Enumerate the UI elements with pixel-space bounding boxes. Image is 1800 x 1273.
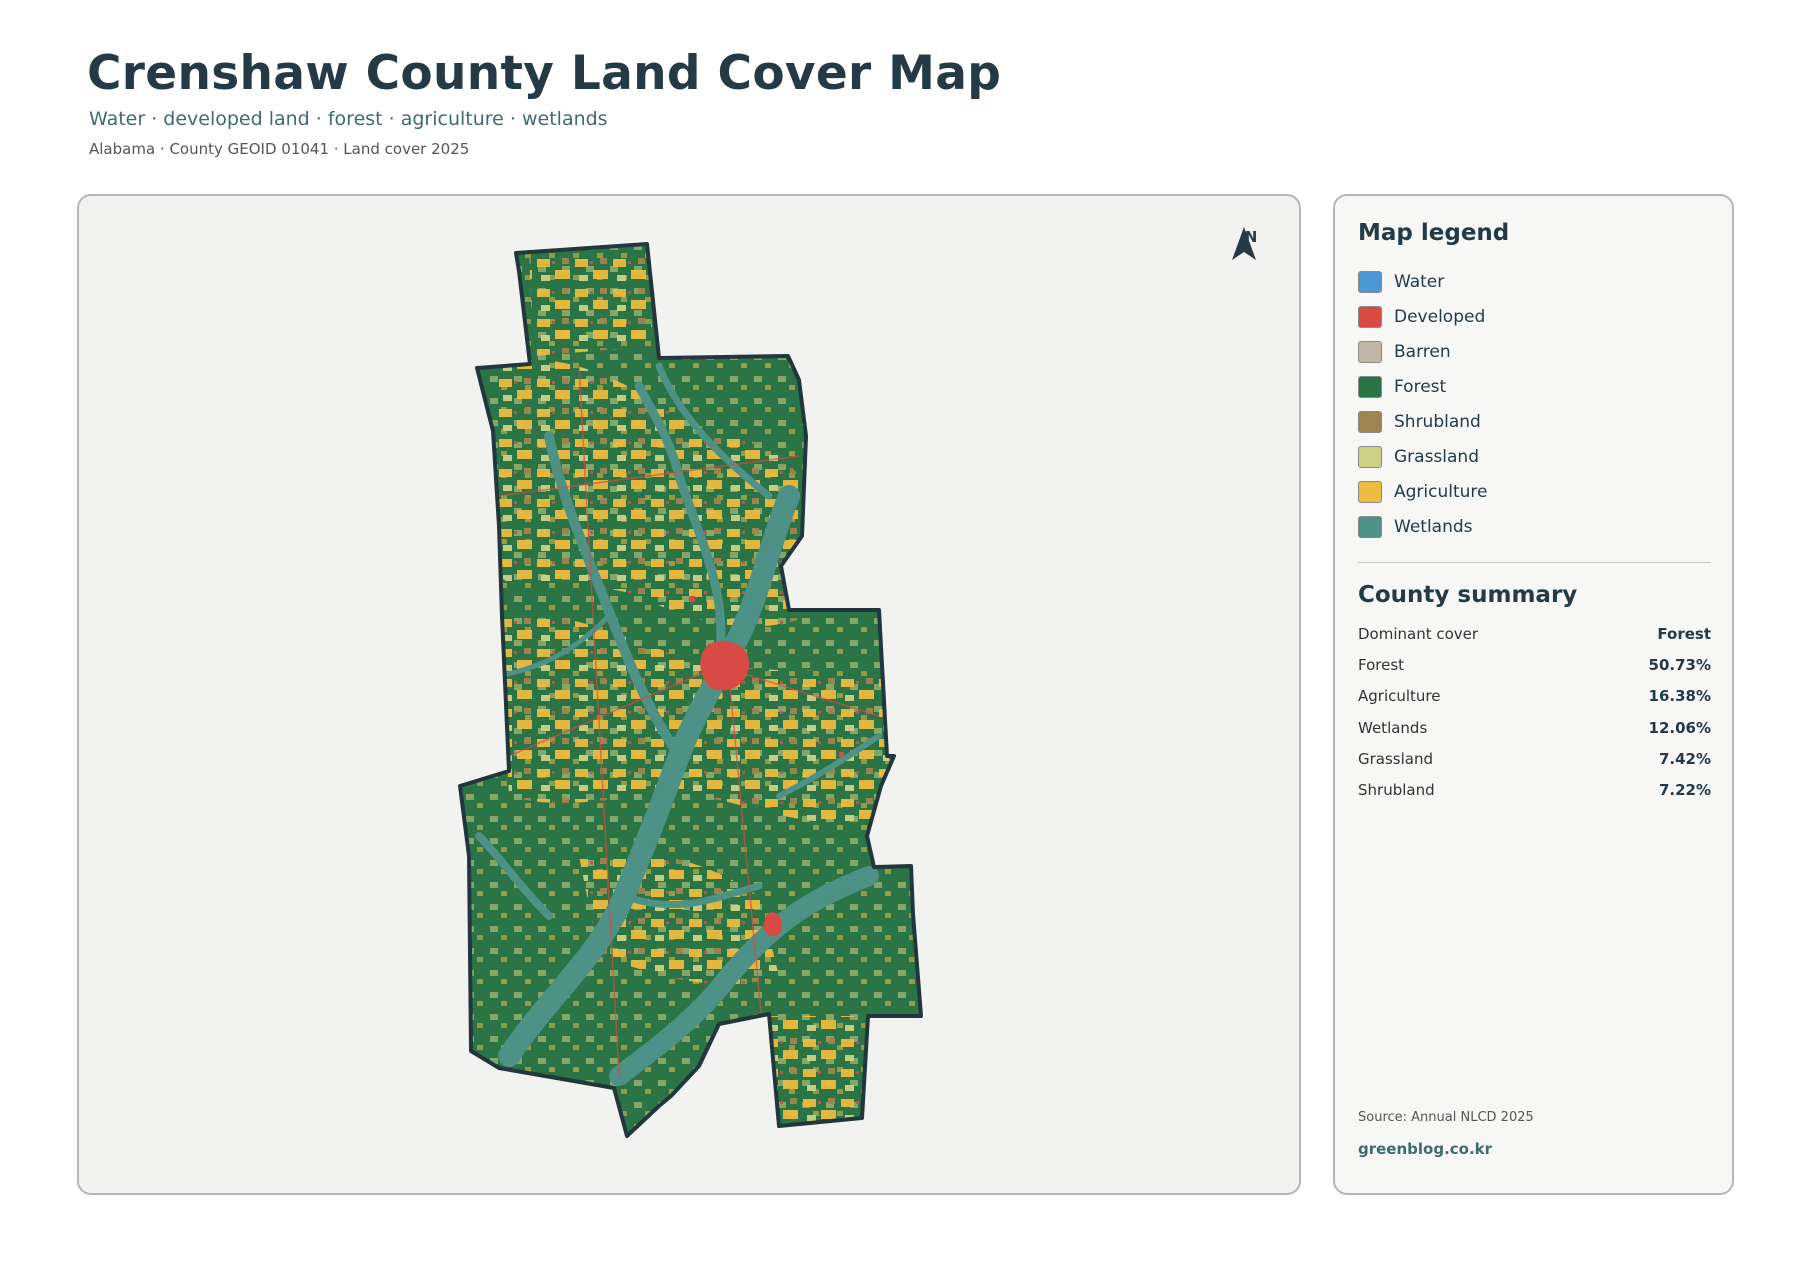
- north-arrow-icon: [1232, 227, 1256, 260]
- summary-row: Forest 50.73%: [1358, 649, 1711, 680]
- summary-value: Forest: [1657, 624, 1711, 643]
- legend-item: Developed: [1358, 299, 1488, 334]
- legend-label: Water: [1394, 271, 1445, 292]
- legend-swatch: [1358, 375, 1382, 398]
- land-cover-raster: [460, 244, 921, 1136]
- county-map[interactable]: [79, 196, 1301, 1195]
- summary-value: 7.42%: [1658, 749, 1711, 768]
- legend-label: Grassland: [1394, 446, 1479, 467]
- summary-row: Shrubland 7.22%: [1358, 774, 1711, 805]
- summary-label: Shrubland: [1358, 781, 1435, 800]
- page-meta: Alabama · County GEOID 01041 · Land cove…: [89, 140, 470, 158]
- page-subtitle: Water · developed land · forest · agricu…: [89, 108, 608, 130]
- legend-label: Developed: [1394, 306, 1486, 327]
- summary-label: Grassland: [1358, 749, 1433, 768]
- divider: [1358, 562, 1711, 563]
- legend-swatch: [1358, 445, 1382, 468]
- legend-item: Wetlands: [1358, 509, 1488, 544]
- legend-label: Wetlands: [1394, 516, 1473, 537]
- summary-row: Dominant cover Forest: [1358, 618, 1711, 649]
- summary-row: Wetlands 12.06%: [1358, 712, 1711, 743]
- legend-item: Water: [1358, 264, 1488, 299]
- summary-value: 16.38%: [1648, 687, 1711, 706]
- summary-label: Dominant cover: [1358, 624, 1479, 643]
- summary-row: Agriculture 16.38%: [1358, 681, 1711, 712]
- legend-label: Agriculture: [1394, 481, 1488, 502]
- legend-item: Barren: [1358, 334, 1488, 369]
- legend-swatch: [1358, 340, 1382, 363]
- summary-label: Forest: [1358, 655, 1405, 674]
- map-panel[interactable]: N: [77, 194, 1301, 1195]
- legend-list: Water Developed Barren Forest Shrubland Grass…: [1358, 264, 1488, 544]
- legend-swatch: [1358, 515, 1382, 538]
- page-title: Crenshaw County Land Cover Map: [87, 46, 1002, 101]
- legend-swatch: [1358, 305, 1382, 328]
- summary-label: Agriculture: [1358, 687, 1441, 706]
- legend-item: Agriculture: [1358, 474, 1488, 509]
- legend-swatch: [1358, 480, 1382, 503]
- legend-swatch: [1358, 410, 1382, 433]
- summary-value: 50.73%: [1648, 655, 1711, 674]
- summary-table: Dominant cover Forest Forest 50.73% Agricult…: [1358, 618, 1711, 806]
- summary-value: 7.22%: [1658, 781, 1711, 800]
- side-panel: Map legend Water Developed Barren Forest Shr…: [1333, 194, 1734, 1195]
- north-arrow: N: [1231, 226, 1271, 260]
- legend-item: Shrubland: [1358, 404, 1488, 439]
- summary-value: 12.06%: [1648, 718, 1711, 737]
- summary-title: County summary: [1358, 582, 1578, 608]
- site-link[interactable]: greenblog.co.kr: [1358, 1140, 1492, 1158]
- legend-item: Grassland: [1358, 439, 1488, 474]
- summary-row: Grassland 7.42%: [1358, 743, 1711, 774]
- summary-label: Wetlands: [1358, 718, 1428, 737]
- legend-swatch: [1358, 270, 1382, 293]
- legend-label: Shrubland: [1394, 411, 1481, 432]
- legend-label: Barren: [1394, 341, 1451, 362]
- legend-label: Forest: [1394, 376, 1447, 397]
- legend-title: Map legend: [1358, 220, 1510, 246]
- legend-item: Forest: [1358, 369, 1488, 404]
- source-note: Source: Annual NLCD 2025: [1358, 1110, 1534, 1125]
